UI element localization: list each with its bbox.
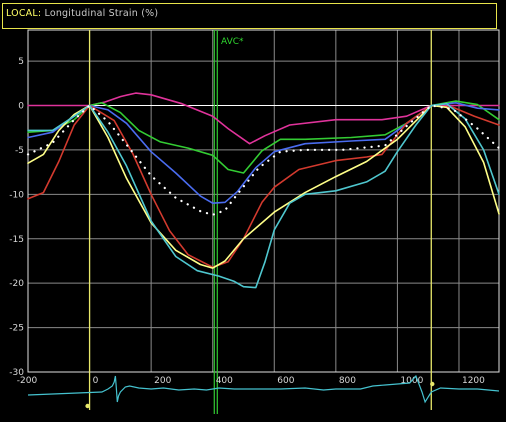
avc-marker-label: AVC* <box>221 37 244 47</box>
ecg-dot <box>430 381 435 387</box>
y-tick-label: -20 <box>9 279 24 289</box>
x-tick-label: 1200 <box>462 376 485 386</box>
x-tick-label: 400 <box>216 376 233 386</box>
ecg-trace <box>27 374 500 409</box>
y-tick-label: -5 <box>15 146 24 156</box>
y-tick-label: -15 <box>9 235 24 245</box>
y-tick-label: 0 <box>18 102 24 112</box>
y-tick-label: -10 <box>9 190 24 200</box>
strain-series <box>26 92 501 289</box>
strain-series-line <box>27 102 500 289</box>
strain-chart: 50-5-10-15-20-25-30 -200 0 200 400 600 800 100… <box>9 29 501 414</box>
x-tick-label: 0 <box>93 376 99 386</box>
y-tick-label: 5 <box>18 57 24 67</box>
x-tick-label: 200 <box>154 376 171 386</box>
timing-markers <box>88 30 432 414</box>
x-tick-label: 600 <box>277 376 294 386</box>
strain-series-line <box>27 104 500 268</box>
strain-series-line <box>27 104 500 269</box>
y-axis-ticks: 50-5-10-15-20-25-30 <box>9 57 24 378</box>
x-tick-label: -200 <box>17 376 38 386</box>
x-tick-label: 800 <box>339 376 356 386</box>
ecg-dot <box>85 403 90 409</box>
ecg-line <box>27 374 500 404</box>
y-tick-label: -25 <box>9 324 24 334</box>
